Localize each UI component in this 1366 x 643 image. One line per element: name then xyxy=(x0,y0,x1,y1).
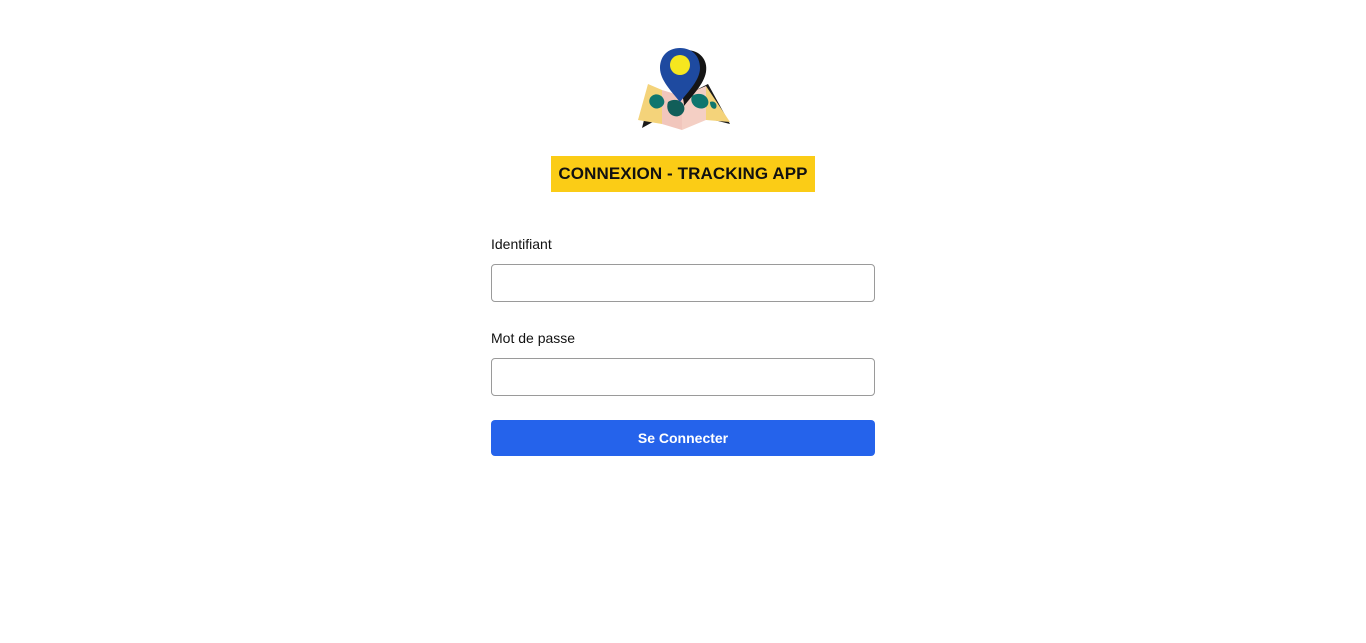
password-field-group: Mot de passe xyxy=(491,326,875,420)
password-label: Mot de passe xyxy=(491,330,576,346)
login-page: CONNEXION - TRACKING APP Identifiant Mot… xyxy=(0,0,1366,643)
password-input[interactable] xyxy=(491,358,875,396)
username-label: Identifiant xyxy=(491,236,552,252)
page-title: CONNEXION - TRACKING APP xyxy=(551,156,815,192)
username-input[interactable] xyxy=(491,264,875,302)
login-form: Identifiant Mot de passe Se Connecter xyxy=(491,232,875,456)
username-field-group: Identifiant xyxy=(491,232,875,326)
login-button[interactable]: Se Connecter xyxy=(491,420,875,456)
map-location-pin-icon xyxy=(632,44,736,132)
